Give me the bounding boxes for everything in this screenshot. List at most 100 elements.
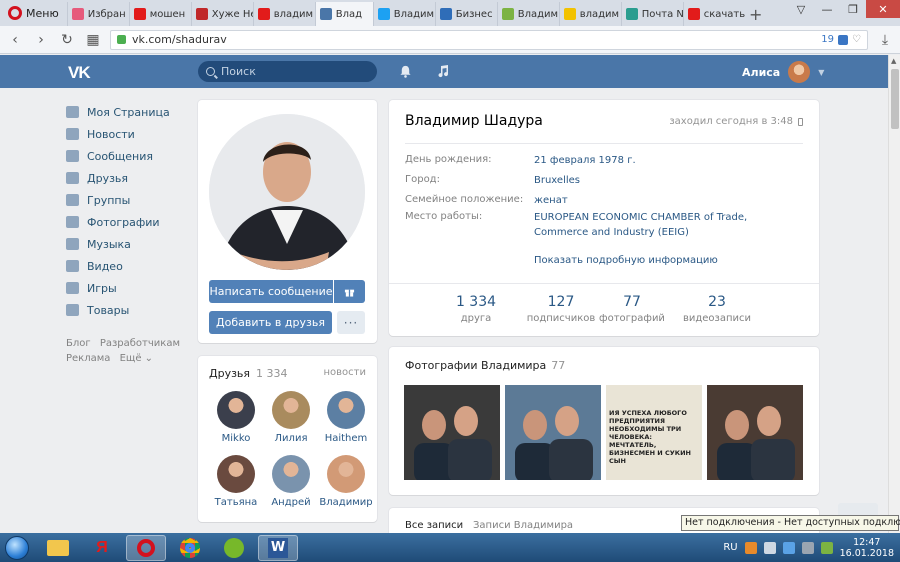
profile-counter[interactable]: 1 334 друга — [431, 294, 521, 324]
photo-thumbnail[interactable] — [404, 385, 500, 480]
profile-field-value[interactable]: EUROPEAN ECONOMIC CHAMBER of Trade, Comm… — [534, 210, 804, 240]
page-scrollbar[interactable]: ▲ — [888, 55, 900, 533]
profile-field-value[interactable]: Bruxelles — [534, 173, 804, 188]
tray-app-icon[interactable] — [744, 541, 757, 554]
friend-item[interactable]: Лилия — [264, 391, 318, 444]
browser-tab[interactable]: Влад — [314, 2, 373, 26]
left-navigation: Моя Страница Новости Сообщения Друзья Группы… — [66, 101, 186, 366]
blog-link[interactable]: Блог — [66, 338, 91, 349]
taskbar-explorer[interactable] — [38, 535, 78, 561]
taskbar-chrome[interactable] — [170, 535, 210, 561]
friend-item[interactable]: Татьяна — [209, 455, 263, 508]
friend-item[interactable]: Haithem — [319, 391, 373, 444]
tab-label: Хуже Не — [211, 8, 253, 20]
browser-tab[interactable]: Почта N — [620, 2, 683, 26]
photos-header[interactable]: Фотографии Владимира 77 — [405, 359, 565, 372]
folder-icon — [47, 539, 69, 556]
photo-thumbnail[interactable]: ИЯ УСПЕХА ЛЮБОГО ПРЕДПРИЯТИЯ НЕОБХОДИМЫ … — [606, 385, 702, 480]
sidebar-item[interactable]: Моя Страница — [66, 101, 186, 123]
profile-photo[interactable] — [209, 114, 365, 270]
developers-link[interactable]: Разработчикам — [100, 338, 180, 349]
network-icon[interactable] — [801, 541, 814, 554]
photo-thumbnail[interactable] — [707, 385, 803, 480]
browser-tab[interactable]: скачать — [682, 2, 745, 26]
taskbar-opera[interactable] — [126, 534, 166, 561]
reload-button[interactable]: ↻ — [58, 31, 76, 49]
photo-thumbnail[interactable] — [505, 385, 601, 480]
search-input[interactable]: Поиск — [198, 61, 377, 82]
show-details-link[interactable]: Показать подробную информацию — [534, 255, 718, 266]
sidebar-item[interactable]: Новости — [66, 123, 186, 145]
scroll-up-arrow-icon[interactable]: ▲ — [891, 57, 896, 65]
notifications-bell-icon[interactable] — [399, 65, 412, 78]
sidebar-item[interactable]: Сообщения — [66, 145, 186, 167]
user-menu[interactable]: Алиса ▼ — [742, 61, 824, 83]
browser-tab[interactable]: мошен — [128, 2, 191, 26]
friends-news-link[interactable]: новости — [324, 367, 367, 380]
taskbar-yandex[interactable]: Я — [82, 535, 122, 561]
tab-own-posts[interactable]: Записи Владимира — [473, 520, 573, 531]
friend-item[interactable]: Андрей — [264, 455, 318, 508]
browser-tab[interactable]: Владим — [496, 2, 559, 26]
download-icon[interactable]: ⤓ — [876, 31, 894, 49]
speed-dial-icon[interactable]: ▦ — [84, 31, 102, 49]
tab-all-posts[interactable]: Все записи — [405, 520, 463, 531]
sidebar-item[interactable]: Фотографии — [66, 211, 186, 233]
profile-field-value[interactable]: 21 февраля 1978 г. — [534, 153, 804, 168]
word-icon: W — [268, 537, 288, 558]
sidebar-item[interactable]: Видео — [66, 255, 186, 277]
forward-button[interactable]: › — [32, 31, 50, 49]
tray-update-icon[interactable] — [820, 541, 833, 554]
browser-tab[interactable]: Избран — [66, 2, 129, 26]
music-note-icon[interactable] — [436, 64, 450, 78]
browser-tab[interactable]: владим — [558, 2, 621, 26]
sidebar-item[interactable]: Игры — [66, 277, 186, 299]
sidebar-item-label: Новости — [87, 127, 135, 141]
close-button[interactable]: ✕ — [866, 0, 900, 18]
mail-agent-icon[interactable] — [782, 541, 795, 554]
friend-item[interactable]: Владимир — [319, 455, 373, 508]
scroll-thumb[interactable] — [891, 69, 899, 129]
vk-logo[interactable]: VK — [68, 63, 96, 82]
profile-field-value[interactable]: женат — [534, 193, 804, 208]
system-clock[interactable]: 12:47 16.01.2018 — [840, 537, 894, 559]
browser-tab[interactable]: Хуже Не — [190, 2, 253, 26]
sidebar-item[interactable]: Группы — [66, 189, 186, 211]
send-message-button[interactable]: Написать сообщение — [209, 280, 333, 303]
sidebar-item[interactable]: Товары — [66, 299, 186, 321]
tab-menu-icon[interactable]: ▽ — [788, 0, 814, 18]
maximize-button[interactable]: ❐ — [840, 0, 866, 18]
browser-tab[interactable]: Бизнес — [434, 2, 497, 26]
friend-avatar — [327, 391, 365, 429]
profile-counter[interactable]: 77 фотографий — [587, 294, 677, 324]
opera-menu-button[interactable]: Меню — [0, 0, 67, 26]
ads-link[interactable]: Реклама — [66, 353, 110, 364]
url-input[interactable]: vk.com/shadurav 19 ♡ — [110, 29, 868, 50]
minimize-button[interactable]: — — [814, 0, 840, 18]
online-status: заходил сегодня в 3:48 — [669, 116, 803, 127]
sidebar-item[interactable]: Музыка — [66, 233, 186, 255]
photos-block: Фотографии Владимира 77 ИЯ УСПЕХА ЛЮБОГО … — [389, 347, 819, 495]
friend-item[interactable]: Mikko — [209, 391, 263, 444]
volume-icon[interactable] — [763, 541, 776, 554]
taskbar-word[interactable]: W — [258, 534, 298, 561]
heart-icon[interactable]: ♡ — [852, 34, 861, 45]
more-actions-button[interactable]: ··· — [337, 311, 365, 334]
profile-counter[interactable]: 23 видеозаписи — [672, 294, 762, 324]
taskbar-utorrent[interactable] — [214, 535, 254, 561]
tab-label: Влад — [335, 8, 363, 20]
profile-field-label: Семейное положение: — [405, 194, 524, 205]
add-friend-button[interactable]: Добавить в друзья — [209, 311, 332, 334]
tracker-badge[interactable]: 19 ♡ — [821, 34, 861, 45]
browser-tab[interactable]: владим — [252, 2, 315, 26]
more-link[interactable]: Ещё ⌄ — [120, 353, 153, 364]
friends-title[interactable]: Друзья — [209, 367, 250, 380]
browser-tab[interactable]: Владим — [372, 2, 435, 26]
friend-avatar — [217, 391, 255, 429]
send-gift-button[interactable] — [334, 280, 365, 303]
language-indicator[interactable]: RU — [723, 542, 737, 553]
back-button[interactable]: ‹ — [6, 31, 24, 49]
start-button[interactable] — [0, 533, 34, 562]
sidebar-item[interactable]: Друзья — [66, 167, 186, 189]
new-tab-button[interactable]: + — [745, 2, 767, 26]
